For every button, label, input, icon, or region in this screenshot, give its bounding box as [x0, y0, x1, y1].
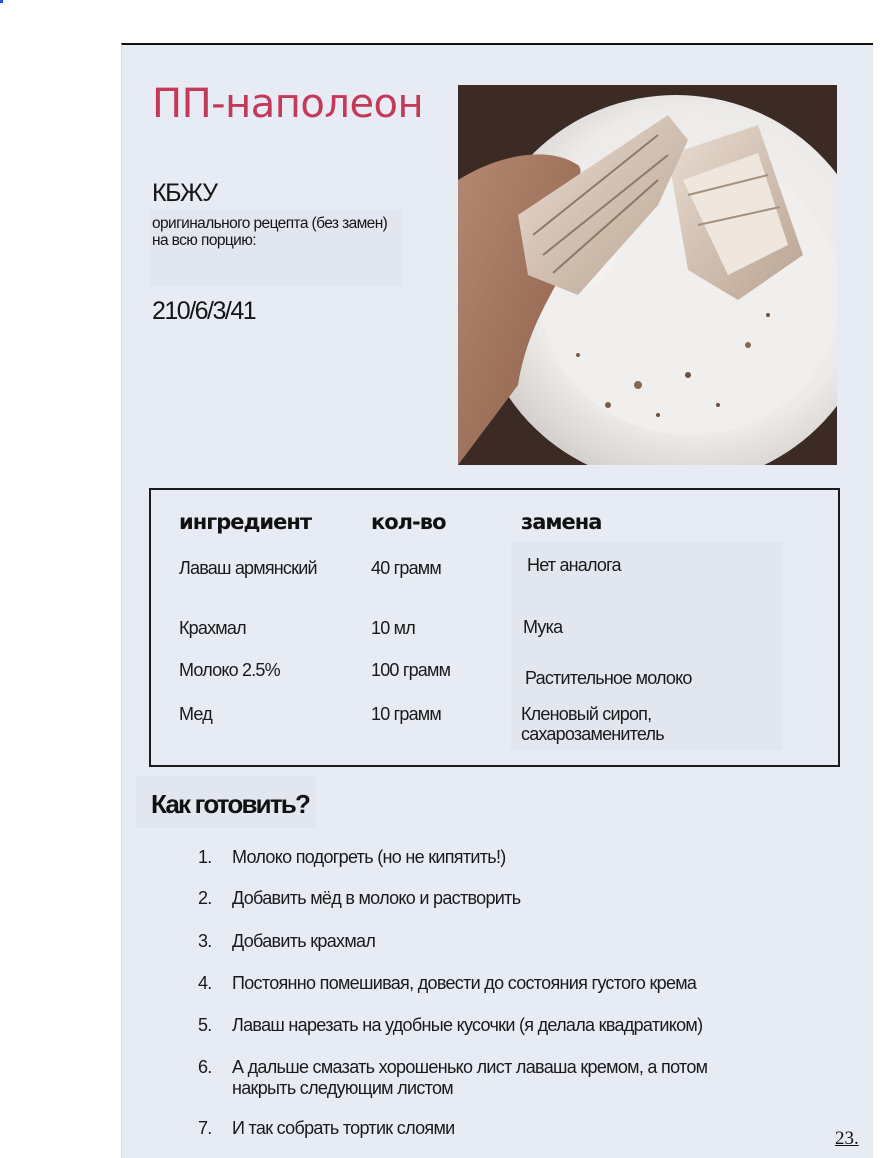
step-text: А дальше смазать хорошенько лист лаваша … [232, 1057, 708, 1098]
how-to-heading: Как готовить? [151, 789, 311, 819]
row-2-amount: 10 мл [371, 618, 416, 638]
step-number: 2. [198, 888, 212, 908]
step-item: 3. Добавить крахмал [198, 931, 758, 952]
row-3-ingredient: Молоко 2.5% [179, 660, 281, 680]
row-2-ingredient: Крахмал [179, 618, 247, 638]
step-number: 4. [198, 973, 212, 993]
kbju-heading: КБЖУ [152, 179, 218, 207]
dessert-photo-illustration [458, 85, 837, 465]
step-item: 7. И так собрать тортик слоями [198, 1118, 758, 1139]
step-item: 6. А дальше смазать хорошенько лист лава… [198, 1057, 758, 1099]
step-text: И так собрать тортик слоями [232, 1118, 455, 1138]
step-text: Лаваш нарезать на удобные кусочки (я дел… [232, 1015, 703, 1035]
row-1-ingredient: Лаваш армянский [179, 558, 318, 578]
step-item: 2. Добавить мёд в молоко и растворить [198, 888, 758, 909]
page-right-margin [873, 43, 884, 1158]
row-1-amount: 40 грамм [371, 558, 442, 578]
step-number: 6. [198, 1057, 212, 1077]
recipe-title: ПП-наполеон [152, 81, 424, 127]
row-4-amount: 10 грамм [371, 704, 442, 724]
kbju-note: оригинального рецепта (без замен) на всю… [150, 209, 402, 287]
kbju-value: 210/6/3/41 [152, 297, 257, 325]
step-item: 4. Постоянно помешивая, довести до состо… [198, 973, 758, 994]
step-number: 5. [198, 1015, 212, 1035]
page-number: 23. [835, 1128, 859, 1149]
step-number: 3. [198, 931, 212, 951]
header-amount: кол-во [371, 510, 446, 534]
row-4-substitute: Кленовый сироп, сахарозаменитель [521, 704, 665, 744]
header-ingredient: ингредиент [179, 510, 312, 534]
selection-dot [0, 0, 3, 3]
row-3-amount: 100 грамм [371, 660, 451, 680]
row-4-ingredient: Мед [179, 704, 213, 724]
step-item: 1. Молоко подогреть (но не кипятить!) [198, 847, 758, 868]
step-text: Постоянно помешивая, довести до состояни… [232, 973, 697, 993]
step-text: Молоко подогреть (но не кипятить!) [232, 847, 506, 867]
step-item: 5. Лаваш нарезать на удобные кусочки (я … [198, 1015, 758, 1036]
row-2-substitute: Мука [523, 617, 563, 637]
row-3-substitute: Растительное молоко [525, 668, 692, 688]
step-number: 1. [198, 847, 212, 867]
step-number: 7. [198, 1118, 212, 1138]
step-text: Добавить крахмал [232, 931, 376, 951]
header-substitute: замена [521, 510, 602, 534]
step-text: Добавить мёд в молоко и растворить [232, 888, 521, 908]
recipe-page: ПП-наполеон КБЖУ оригинального рецепта (… [121, 43, 873, 1158]
ingredients-table: ингредиент кол-во замена Лаваш армянский… [149, 488, 840, 767]
row-1-substitute: Нет аналога [527, 555, 622, 575]
dessert-photo [458, 85, 837, 465]
